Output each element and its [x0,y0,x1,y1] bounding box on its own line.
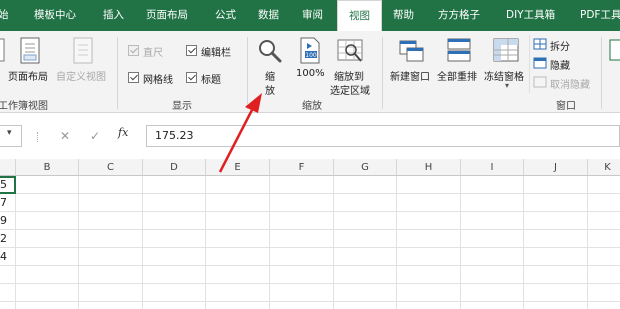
annotation-arrow [218,93,262,173]
excel-window: 始模板中心 插入 页面布局 公式 数据 审阅 视图 帮助 方方格子 DIY工具箱 PDF工具 页面布… [0,0,620,309]
